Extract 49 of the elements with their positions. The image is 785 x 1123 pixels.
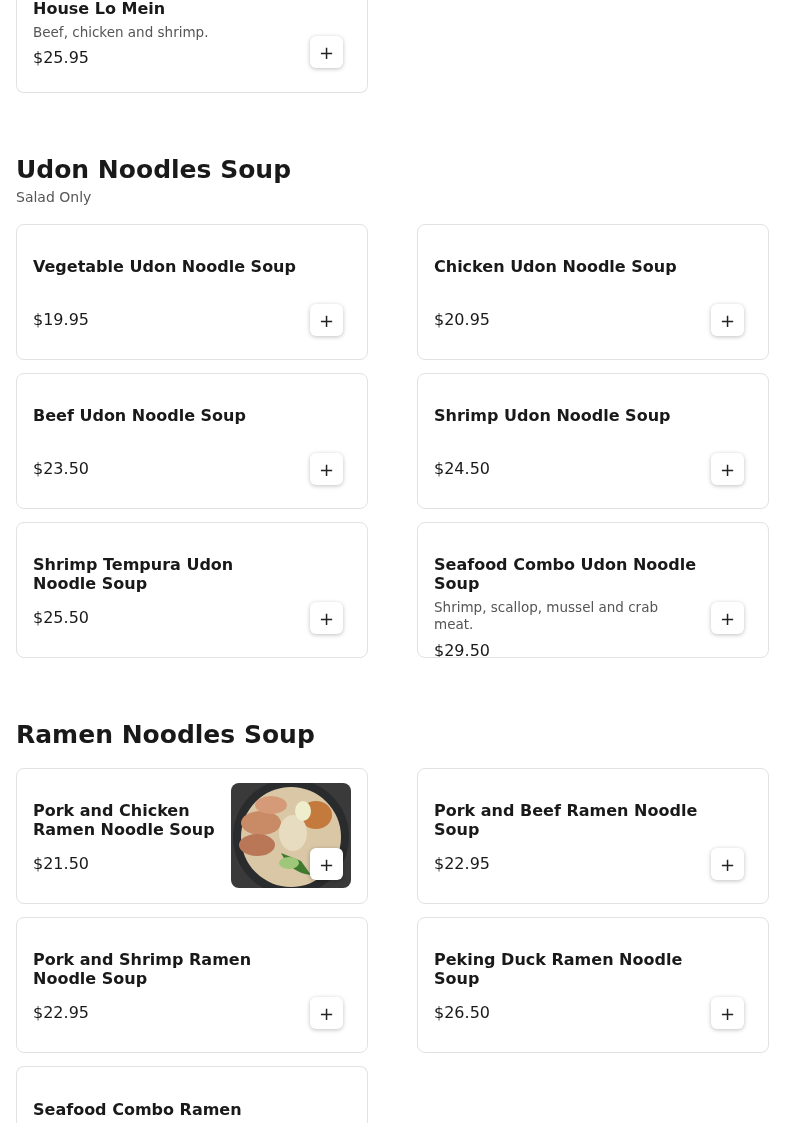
item-price: $25.50 bbox=[33, 608, 89, 627]
add-button[interactable]: + bbox=[310, 997, 343, 1029]
item-price: $19.95 bbox=[33, 310, 89, 329]
menu-item-card[interactable]: Peking Duck Ramen Noodle Soup $26.50 + bbox=[417, 917, 769, 1053]
add-button[interactable]: + bbox=[310, 848, 343, 880]
item-name: Vegetable Udon Noodle Soup bbox=[33, 257, 296, 278]
item-name: Pork and Beef Ramen Noodle Soup bbox=[434, 801, 699, 839]
add-button[interactable]: + bbox=[310, 304, 343, 336]
item-price: $20.95 bbox=[434, 310, 490, 329]
item-price: $26.50 bbox=[434, 1003, 490, 1022]
menu-item-card[interactable]: Seafood Combo Ramen bbox=[16, 1066, 368, 1123]
add-button[interactable]: + bbox=[310, 453, 343, 485]
menu-item-card[interactable]: Shrimp Tempura Udon Noodle Soup $25.50 + bbox=[16, 522, 368, 658]
menu-item-card[interactable]: Beef Udon Noodle Soup $23.50 + bbox=[16, 373, 368, 509]
menu-item-card[interactable]: House Lo Mein Beef, chicken and shrimp. $25.95 + bbox=[16, 0, 368, 93]
add-button[interactable]: + bbox=[310, 602, 343, 634]
add-button[interactable]: + bbox=[711, 848, 744, 880]
item-name: Seafood Combo Ramen bbox=[33, 1100, 242, 1119]
menu-item-card[interactable]: Shrimp Udon Noodle Soup $24.50 + bbox=[417, 373, 769, 509]
item-name: Shrimp Tempura Udon Noodle Soup bbox=[33, 555, 235, 593]
add-button[interactable]: + bbox=[711, 304, 744, 336]
item-description: Shrimp, scallop, mussel and crab meat. bbox=[434, 599, 659, 633]
item-price: $22.95 bbox=[33, 1003, 89, 1022]
item-name: Peking Duck Ramen Noodle Soup bbox=[434, 950, 684, 988]
item-name: Chicken Udon Noodle Soup bbox=[434, 257, 677, 278]
item-name: House Lo Mein bbox=[33, 0, 166, 18]
item-name: Shrimp Udon Noodle Soup bbox=[434, 406, 671, 427]
item-description: Beef, chicken and shrimp. bbox=[33, 24, 209, 41]
menu-item-card[interactable]: Pork and Shrimp Ramen Noodle Soup $22.95 + bbox=[16, 917, 368, 1053]
item-price: $21.50 bbox=[33, 854, 89, 873]
add-button[interactable]: + bbox=[711, 997, 744, 1029]
menu-item-card[interactable]: Vegetable Udon Noodle Soup $19.95 + bbox=[16, 224, 368, 360]
item-price: $24.50 bbox=[434, 459, 490, 478]
item-name: Beef Udon Noodle Soup bbox=[33, 406, 246, 427]
menu-item-card[interactable]: Pork and Chicken Ramen Noodle Soup $21.50 + bbox=[16, 768, 368, 904]
menu-item-card[interactable]: Chicken Udon Noodle Soup $20.95 + bbox=[417, 224, 769, 360]
item-name: Pork and Chicken Ramen Noodle Soup bbox=[33, 801, 216, 839]
item-name: Pork and Shrimp Ramen Noodle Soup bbox=[33, 950, 253, 988]
add-button[interactable]: + bbox=[310, 36, 343, 68]
add-button[interactable]: + bbox=[711, 602, 744, 634]
section-heading: Ramen Noodles Soup bbox=[16, 720, 315, 750]
item-price: $25.95 bbox=[33, 48, 89, 67]
item-price: $22.95 bbox=[434, 854, 490, 873]
add-button[interactable]: + bbox=[711, 453, 744, 485]
section-heading: Udon Noodles Soup bbox=[16, 155, 292, 185]
item-price: $23.50 bbox=[33, 459, 89, 478]
item-name: Seafood Combo Udon Noodle Soup bbox=[434, 555, 698, 593]
menu-item-card[interactable]: Pork and Beef Ramen Noodle Soup $22.95 + bbox=[417, 768, 769, 904]
section-subtitle: Salad Only bbox=[16, 189, 92, 206]
